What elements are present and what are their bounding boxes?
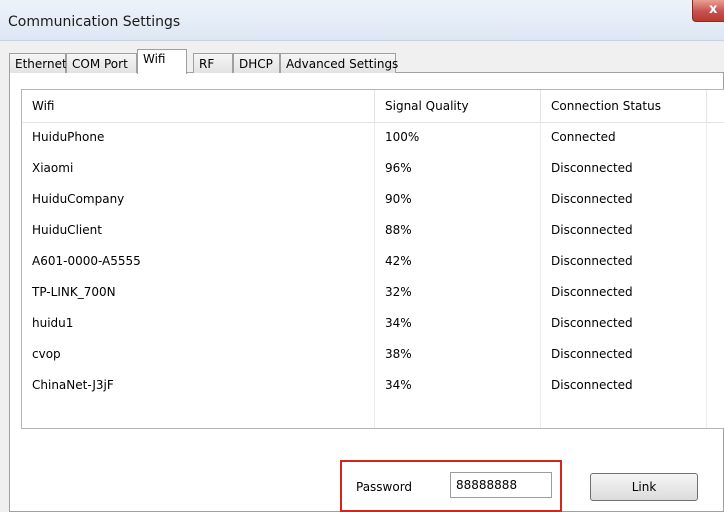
connection-status: Disconnected (551, 347, 633, 361)
wifi-name: HuiduPhone (32, 130, 105, 144)
wifi-name: TP-LINK_700N (32, 285, 116, 299)
list-item[interactable]: HuiduClient 88% Disconnected (22, 215, 724, 246)
signal-quality: 96% (385, 161, 412, 175)
connection-status: Connected (551, 130, 616, 144)
tab-dhcp[interactable]: DHCP (233, 53, 280, 73)
title-bar: Communication Settings (0, 0, 724, 41)
list-item[interactable]: HuiduPhone 100% Connected (22, 122, 724, 153)
wifi-name: Xiaomi (32, 161, 74, 175)
signal-quality: 42% (385, 254, 412, 268)
connection-status: Disconnected (551, 316, 633, 330)
list-item[interactable]: HuiduCompany 90% Disconnected (22, 184, 724, 215)
wifi-name: ChinaNet-J3jF (32, 378, 114, 392)
list-item[interactable]: cvop 38% Disconnected (22, 339, 724, 370)
list-item[interactable]: TP-LINK_700N 32% Disconnected (22, 277, 724, 308)
list-header: Wifi Signal Quality Connection Status (22, 90, 724, 123)
window-title: Communication Settings (8, 14, 181, 30)
signal-quality: 88% (385, 223, 412, 237)
tab-advanced-settings[interactable]: Advanced Settings (280, 53, 398, 73)
list-item[interactable]: huidu1 34% Disconnected (22, 308, 724, 339)
connection-status: Disconnected (551, 161, 633, 175)
wifi-name: HuiduCompany (32, 192, 125, 206)
close-icon: x (709, 2, 718, 17)
signal-quality: 34% (385, 378, 412, 392)
list-item[interactable]: A601-0000-A5555 42% Disconnected (22, 246, 724, 277)
connection-status: Disconnected (551, 285, 633, 299)
password-label: Password (356, 480, 413, 494)
close-button[interactable]: x (692, 0, 724, 22)
connection-status: Disconnected (551, 223, 633, 237)
tab-com-port[interactable]: COM Port (66, 53, 137, 73)
password-input[interactable] (450, 472, 552, 498)
connection-status: Disconnected (551, 378, 633, 392)
signal-quality: 32% (385, 285, 412, 299)
signal-quality: 100% (385, 130, 420, 144)
tab-ethernet[interactable]: Ethernet (9, 53, 67, 73)
column-header-wifi[interactable]: Wifi (22, 90, 375, 122)
wifi-list[interactable]: Wifi Signal Quality Connection Status Hu… (21, 89, 724, 429)
column-header-connection-status[interactable]: Connection Status (541, 90, 707, 122)
connection-status: Disconnected (551, 192, 633, 206)
column-header-signal-quality[interactable]: Signal Quality (375, 90, 541, 122)
wifi-name: cvop (32, 347, 61, 361)
wifi-name: HuiduClient (32, 223, 102, 237)
list-item[interactable]: Xiaomi 96% Disconnected (22, 153, 724, 184)
list-item[interactable]: ChinaNet-J3jF 34% Disconnected (22, 370, 724, 401)
link-button[interactable]: Link (590, 473, 698, 501)
tab-rf[interactable]: RF (193, 53, 233, 73)
connection-status: Disconnected (551, 254, 633, 268)
signal-quality: 38% (385, 347, 412, 361)
signal-quality: 34% (385, 316, 412, 330)
wifi-name: A601-0000-A5555 (32, 254, 141, 268)
tab-wifi[interactable]: Wifi (137, 49, 187, 74)
wifi-name: huidu1 (32, 316, 74, 330)
signal-quality: 90% (385, 192, 412, 206)
